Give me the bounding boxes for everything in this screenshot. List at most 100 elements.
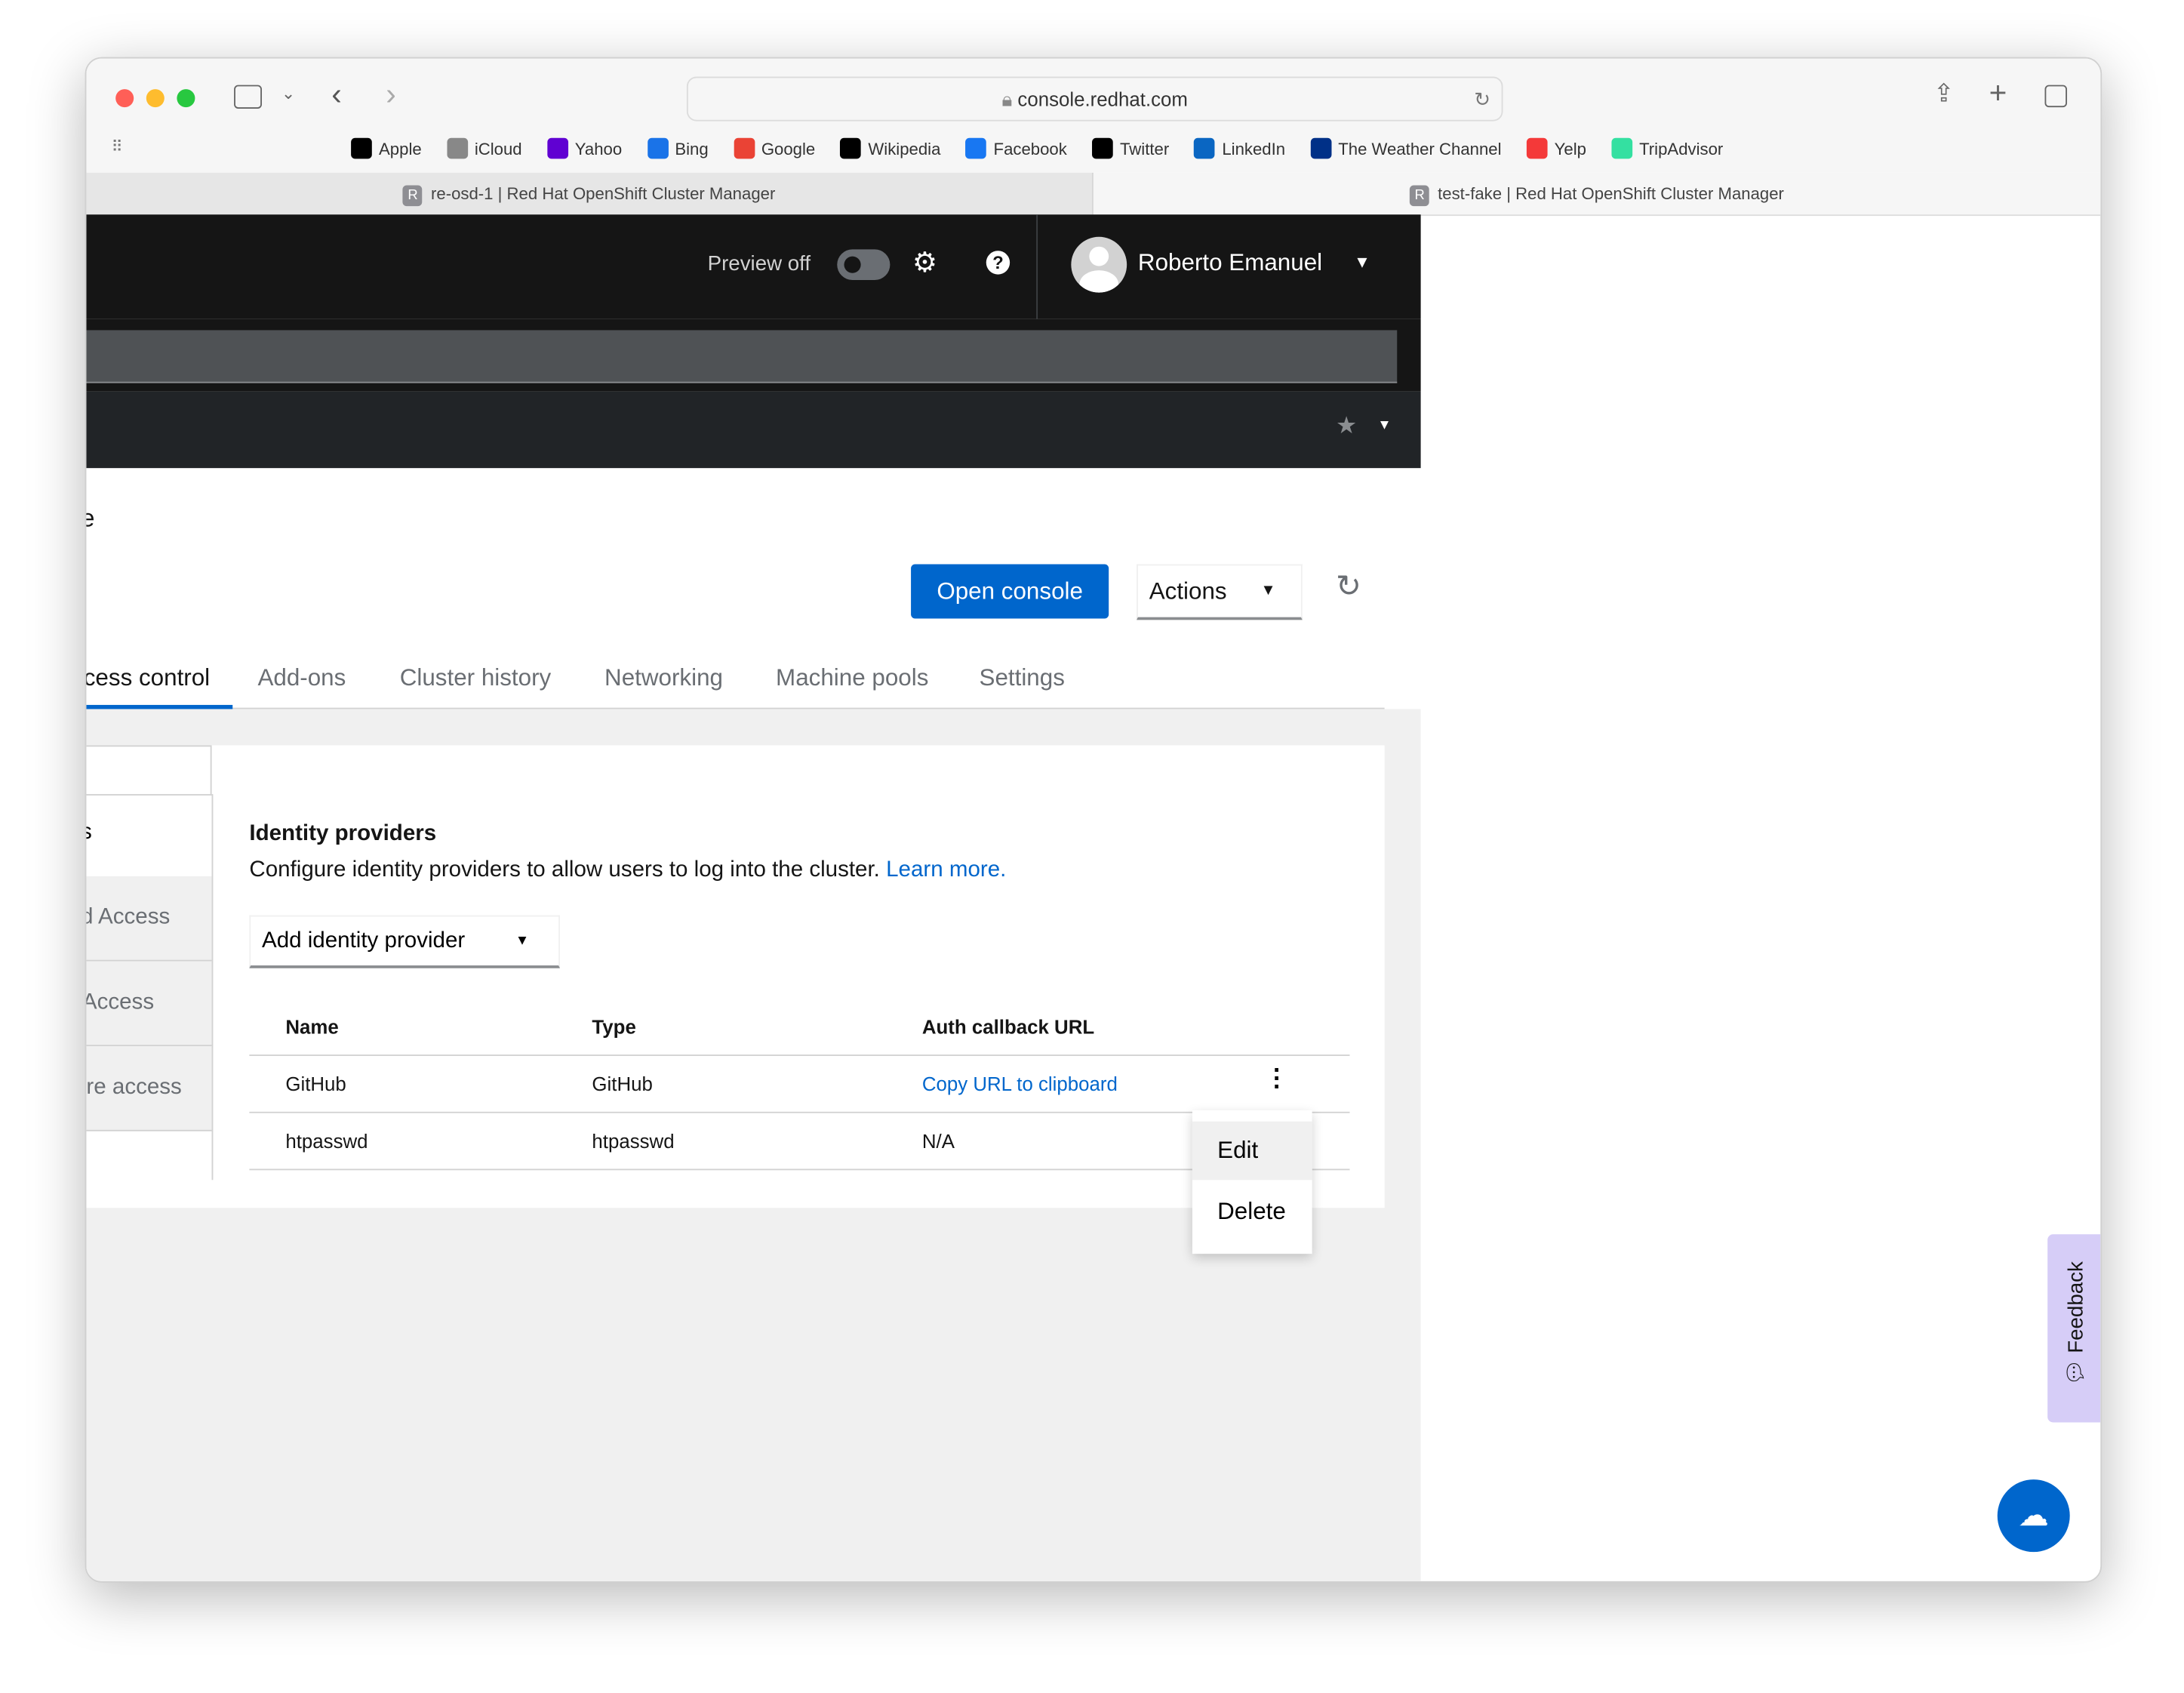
cell-name: htpasswd [285,1129,368,1153]
feedback-label: 💬︎ Feedback [2064,1261,2088,1386]
browser-window: ⌄ ‹ › 🔒︎ console.redhat.com ↻ ⇪ + ⠿ Appl… [85,57,2102,1583]
side-nav-item[interactable]: Access [86,961,212,1047]
tab-0[interactable]: cess control [86,664,210,692]
bookmark-tripadvisor[interactable]: TripAdvisor [1611,137,1723,159]
preview-label: Preview off [707,252,811,276]
column-header-url: Auth callback URL [921,1015,1095,1039]
context-bar: ★ ▼ [86,391,1421,469]
side-nav-heading: s [86,820,91,845]
tab-5[interactable]: Settings [980,664,1065,692]
copy-url-link[interactable]: Copy URL to clipboard [922,1073,1118,1095]
bookmark-google[interactable]: Google [733,137,815,159]
bookmark-apple[interactable]: Apple [351,137,422,159]
masthead: Preview off ⚙ ? Roberto Emanuel ▼ [86,214,1421,319]
side-nav-item[interactable]: re access [86,1046,212,1131]
caret-down-icon[interactable]: ▼ [1354,252,1370,272]
bookmark-yahoo[interactable]: Yahoo [546,137,622,159]
bookmark-facebook[interactable]: Facebook [965,137,1067,159]
search-input[interactable] [86,330,1398,383]
reload-icon[interactable]: ↻ [1474,78,1490,119]
help-icon[interactable]: ? [986,251,1010,275]
tab-overview-icon[interactable] [2044,85,2068,108]
address-bar[interactable]: 🔒︎ console.redhat.com ↻ [686,76,1503,122]
bookmark-icloud[interactable]: iCloud [446,137,522,159]
tab-1[interactable]: Add-ons [257,664,346,692]
page-title: e [86,504,94,534]
caret-down-icon: ▼ [1260,582,1276,599]
access-control-card: s d Access Access re access Identity pro… [86,745,1385,1254]
bookmark-favicon-icon [546,137,568,159]
share-icon[interactable]: ⇪ [1933,79,1955,109]
bookmark-bing[interactable]: Bing [647,137,709,159]
tab-title: test-fake | Red Hat OpenShift Cluster Ma… [1438,183,1784,204]
browser-tab[interactable]: Rtest-fake | Red Hat OpenShift Cluster M… [1093,172,2101,217]
menu-item-edit[interactable]: Edit [1192,1121,1312,1180]
tab-2[interactable]: Cluster history [400,664,552,692]
side-nav-item[interactable]: d Access [86,876,212,962]
bookmark-favicon-icon [1526,137,1548,159]
cell-name: GitHub [285,1073,346,1095]
cell-type: GitHub [592,1073,653,1095]
preview-toggle[interactable] [837,249,891,280]
tab-title: re-osd-1 | Red Hat OpenShift Cluster Man… [431,183,776,204]
bookmarks-bar: Apple iCloud Yahoo Bing Google Wikipedia Faceb… [351,137,1723,159]
add-identity-provider-dropdown[interactable]: Add identity provider ▼ [249,915,560,968]
bookmark-favicon-icon [965,137,987,159]
close-window-button[interactable] [115,89,134,108]
bookmark-linkedin[interactable]: LinkedIn [1194,137,1285,159]
bookmark-favicon-icon [840,137,862,159]
caret-down-icon[interactable]: ▼ [1377,418,1391,433]
chevron-down-icon[interactable]: ⌄ [281,84,296,103]
bookmark-favicon-icon [446,137,468,159]
bookmark-yelp[interactable]: Yelp [1526,137,1586,159]
refresh-icon[interactable]: ↻ [1336,568,1361,605]
minimize-window-button[interactable] [146,89,165,108]
caret-down-icon: ▼ [515,933,530,949]
learn-more-link[interactable]: Learn more. [886,858,1006,882]
content-background: s d Access Access re access Identity pro… [86,709,1421,1581]
section-description: Configure identity providers to allow us… [249,857,1007,882]
feedback-tab[interactable]: 💬︎ Feedback [2047,1234,2101,1423]
browser-toolbar: ⌄ ‹ › 🔒︎ console.redhat.com ↻ ⇪ + ⠿ Appl… [86,58,2101,173]
tab-4[interactable]: Machine pools [776,664,928,692]
sidebar-toggle-icon[interactable] [234,85,262,109]
new-tab-icon[interactable]: + [1989,75,2007,112]
actions-dropdown[interactable]: Actions ▼ [1137,564,1303,620]
user-menu-toggle[interactable]: Roberto Emanuel [1138,249,1322,277]
maximize-window-button[interactable] [177,89,195,108]
side-nav-item[interactable] [86,745,212,796]
redhat-hat-icon: ☁︎ [2018,1498,2050,1533]
bookmark-wikipedia[interactable]: Wikipedia [840,137,940,159]
cell-url: N/A [921,1129,955,1153]
avatar[interactable] [1071,236,1127,293]
star-icon[interactable]: ★ [1336,412,1357,440]
bookmark-favicon-icon [1194,137,1216,159]
bookmark-twitter[interactable]: Twitter [1092,137,1169,159]
kebab-menu: Edit Delete [1192,1110,1312,1254]
lock-icon: 🔒︎ [1001,88,1018,110]
bookmark-favicon-icon [351,137,372,159]
cell-type: htpasswd [592,1129,675,1153]
chat-assistant-button[interactable]: ☁︎ [1997,1479,2070,1553]
back-icon[interactable]: ‹ [331,77,342,113]
kebab-icon[interactable]: · · · [1270,1057,1284,1099]
bookmark-favicon-icon [1092,137,1113,159]
bookmark-favicon-icon [647,137,669,159]
bookmark-favicon-icon [1611,137,1632,159]
tab-3[interactable]: Networking [604,664,723,692]
browser-tab-active[interactable]: Rre-osd-1 | Red Hat OpenShift Cluster Ma… [86,172,1094,217]
gear-icon[interactable]: ⚙ [912,245,937,280]
url-text: console.redhat.com [1017,88,1188,110]
redhat-favicon-icon: R [1410,185,1430,207]
bookmark-favicon-icon [1310,137,1331,159]
column-header-type[interactable]: Type [592,1016,635,1039]
page-content: Preview off ⚙ ? Roberto Emanuel ▼ ★ ▼ e … [86,214,1421,1581]
bookmark-the-weather-channel[interactable]: The Weather Channel [1310,137,1502,159]
section-title: Identity providers [249,821,437,846]
open-console-button[interactable]: Open console [911,564,1109,619]
menu-item-delete[interactable]: Delete [1192,1183,1312,1242]
apps-grid-icon[interactable]: ⠿ [112,138,123,156]
search-region [86,319,1421,392]
column-header-name[interactable]: Name [285,1016,338,1039]
forward-icon[interactable]: › [386,77,396,113]
